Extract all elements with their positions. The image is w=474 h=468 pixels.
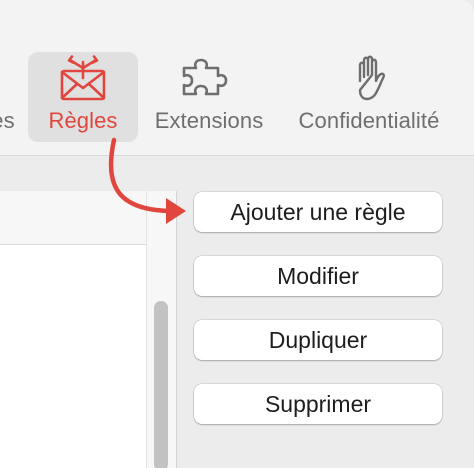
mail-rules-icon bbox=[58, 52, 108, 104]
preferences-toolbar: es Règles Extensions bbox=[0, 0, 474, 156]
rules-pane: Ajouter une règle Modifier Dupliquer Sup… bbox=[0, 157, 474, 468]
toolbar-item-rules[interactable]: Règles bbox=[28, 52, 138, 142]
rules-list[interactable] bbox=[0, 191, 176, 468]
toolbar-item-extensions-label: Extensions bbox=[154, 108, 264, 133]
list-border bbox=[176, 191, 177, 468]
scrollbar-track[interactable] bbox=[147, 191, 176, 468]
add-rule-button[interactable]: Ajouter une règle bbox=[194, 192, 442, 232]
toolbar-item-rules-label: Règles bbox=[48, 108, 118, 133]
raised-hand-icon bbox=[352, 52, 386, 104]
toolbar-item-partial-label: es bbox=[0, 108, 15, 133]
delete-button[interactable]: Supprimer bbox=[194, 384, 442, 424]
toolbar-item-privacy[interactable]: Confidentialité bbox=[292, 52, 446, 142]
modify-button[interactable]: Modifier bbox=[194, 256, 442, 296]
puzzle-piece-icon bbox=[178, 52, 240, 104]
toolbar-item-partial[interactable]: es bbox=[0, 52, 18, 142]
duplicate-button[interactable]: Dupliquer bbox=[194, 320, 442, 360]
rules-list-header bbox=[0, 191, 146, 245]
toolbar-item-privacy-label: Confidentialité bbox=[298, 108, 440, 133]
toolbar-item-extensions[interactable]: Extensions bbox=[152, 52, 266, 142]
scrollbar-thumb[interactable] bbox=[154, 301, 168, 468]
